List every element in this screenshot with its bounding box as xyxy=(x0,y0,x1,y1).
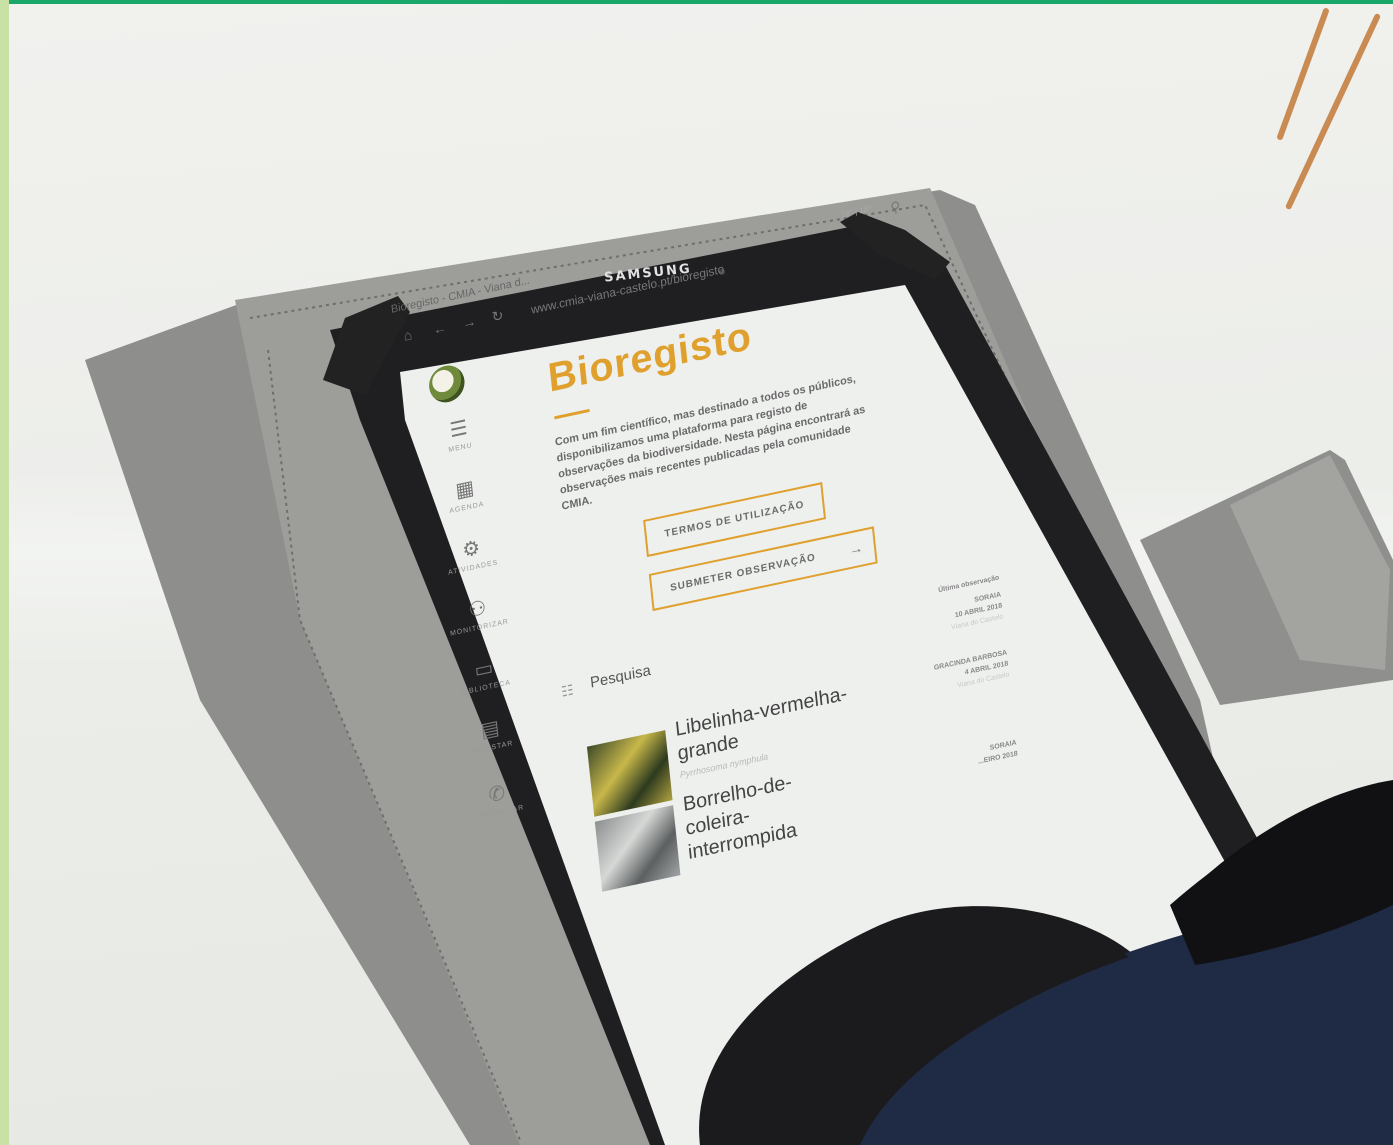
species-title[interactable]: Libelinha-vermelha-grande xyxy=(674,674,884,766)
sidebar-item-monitorizar[interactable]: ⚇ MONITORIZAR xyxy=(442,589,514,639)
back-icon[interactable]: ← xyxy=(432,319,447,338)
site-logo[interactable] xyxy=(427,362,467,406)
sidebar-item-atividades[interactable]: ⚙ ATIVIDADES xyxy=(436,529,508,579)
tablet-screen-clip: Bioregisto - CMIA - Viana d... ⌂ ← → ↻ w… xyxy=(0,0,1393,1145)
forward-icon[interactable]: → xyxy=(462,312,477,331)
address-bar[interactable]: www.cmia-viana-castelo.pt/bioregisto xyxy=(530,262,725,317)
sidebar-item-contactar[interactable]: ✆ CONTACTAR xyxy=(461,774,533,824)
home-icon[interactable]: ⌂ xyxy=(403,326,413,344)
terms-button-label: TERMOS DE UTILIZAÇÃO xyxy=(664,499,805,540)
observation-item[interactable]: SORAIA ...EIRO 2018 xyxy=(899,737,1019,784)
title-underline xyxy=(554,408,590,420)
sidebar-item-registar[interactable]: ▤ REGISTAR xyxy=(455,709,527,759)
website-content: Bioregisto - CMIA - Viana d... ⌂ ← → ↻ w… xyxy=(380,184,1018,1020)
observation-item[interactable]: GRACINDA BARBOSA 4 ABRIL 2018 Viana do C… xyxy=(889,647,1010,705)
reload-icon[interactable]: ↻ xyxy=(491,307,504,326)
sidebar-item-biblioteca[interactable]: ▭ BIBLIOTECA xyxy=(448,649,520,699)
filter-icon[interactable]: ☷ xyxy=(560,681,574,701)
browser-chrome: Bioregisto - CMIA - Viana d... ⌂ ← → ↻ w… xyxy=(380,184,934,358)
page-title: Bioregisto xyxy=(545,313,754,401)
submit-button-label: SUBMETER OBSERVAÇÃO xyxy=(669,552,817,594)
sidebar-item-agenda[interactable]: ▦ AGENDA xyxy=(429,469,501,519)
species-thumbnail[interactable] xyxy=(594,805,681,892)
arrow-right-icon: → xyxy=(848,538,865,558)
species-title[interactable]: Borrelho-de-coleira-interrompida xyxy=(682,762,836,865)
search-icon[interactable]: ⚲ xyxy=(889,198,901,217)
weather-widget: 19° | 16° xyxy=(840,203,872,220)
species-thumbnail[interactable] xyxy=(586,730,673,817)
browser-tab[interactable]: Bioregisto - CMIA - Viana d... xyxy=(390,274,530,315)
search-label[interactable]: Pesquisa xyxy=(589,662,651,692)
sidebar-item-menu[interactable]: ☰ MENU xyxy=(423,409,495,459)
